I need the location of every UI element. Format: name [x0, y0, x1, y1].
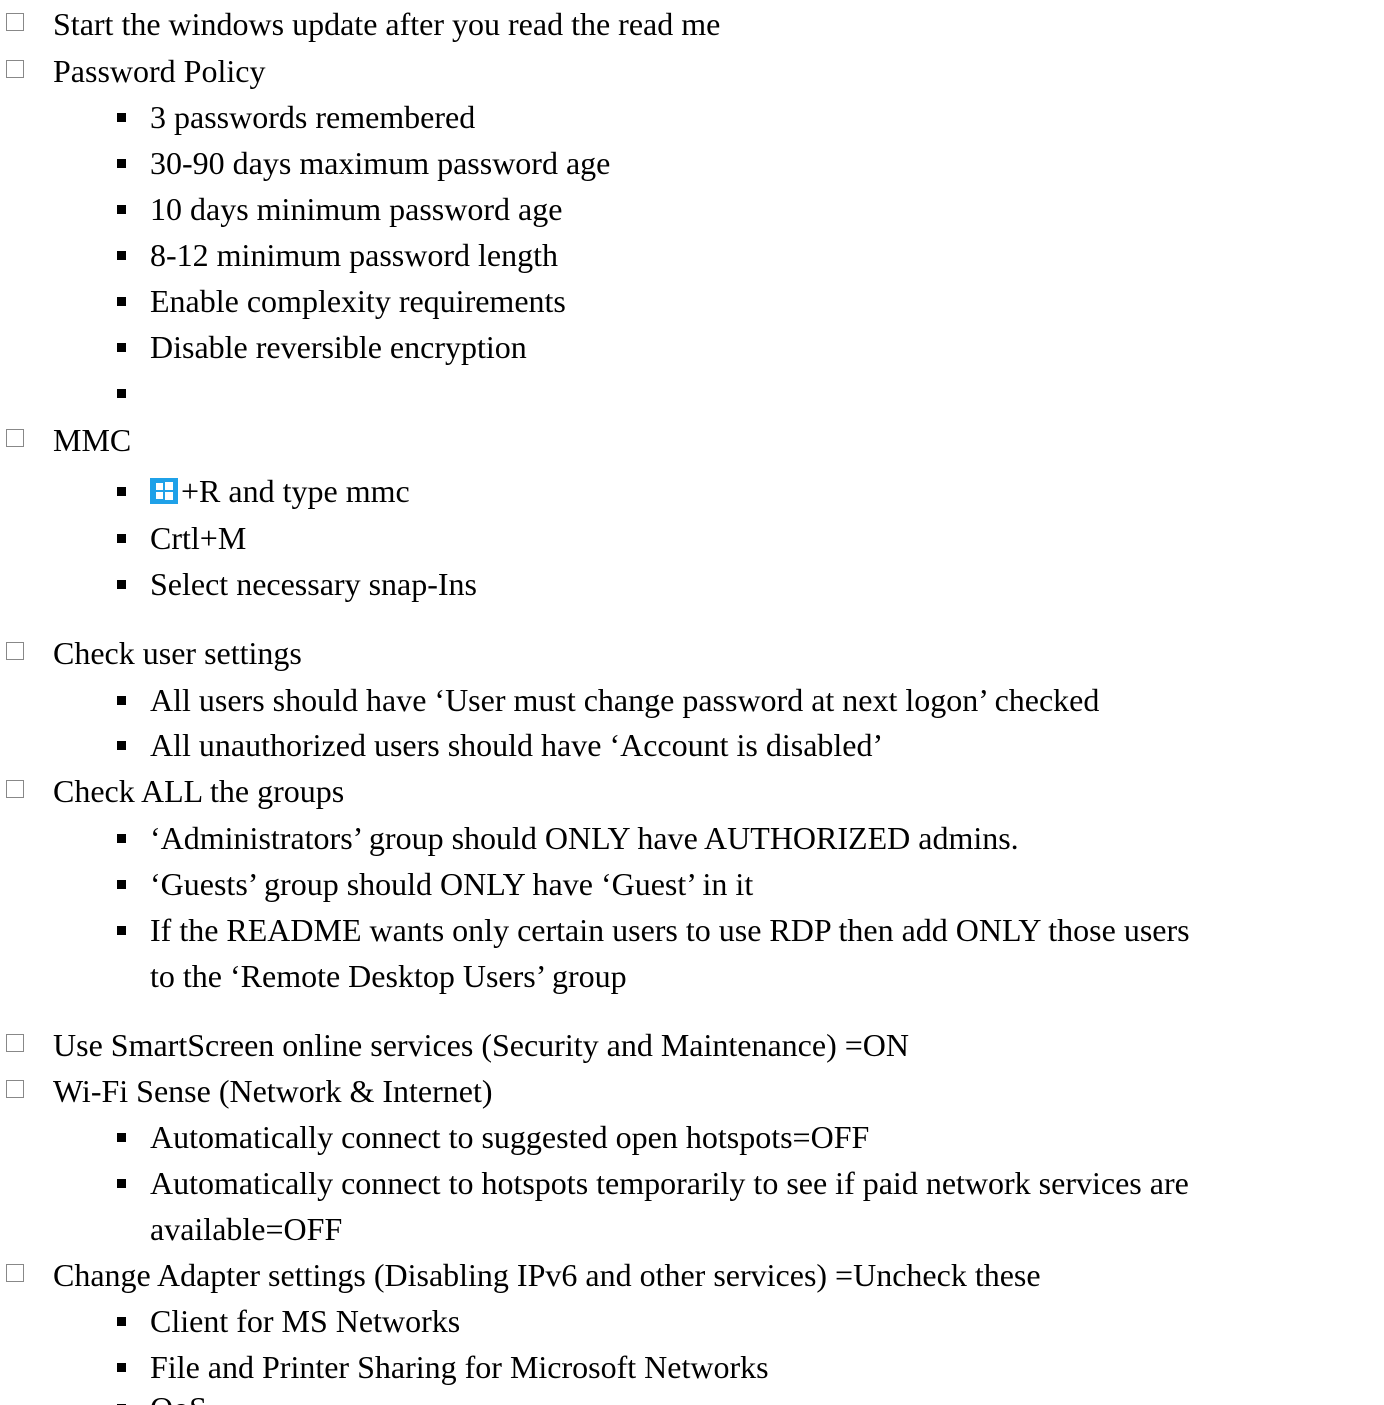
square-bullet-icon [117, 343, 126, 352]
checkbox[interactable] [6, 60, 24, 78]
list-item-text: Disable reversible encryption [150, 329, 527, 365]
checkbox[interactable] [6, 13, 24, 31]
checkbox[interactable] [6, 1264, 24, 1282]
square-bullet-icon [117, 1133, 126, 1142]
list-item-text: All unauthorized users should have ‘Acco… [150, 727, 884, 763]
checkbox[interactable] [6, 429, 24, 447]
list-item-text: Crtl+M [150, 520, 247, 556]
windows-logo-icon [150, 478, 178, 504]
checkbox[interactable] [6, 1034, 24, 1052]
square-bullet-icon [117, 741, 126, 750]
square-bullet-icon [117, 487, 126, 496]
checkbox[interactable] [6, 642, 24, 660]
square-bullet-icon [117, 205, 126, 214]
list-item-text: 10 days minimum password age [150, 191, 563, 227]
list-item-text: Select necessary snap-Ins [150, 566, 477, 602]
list-item-text: QoS [150, 1385, 207, 1405]
square-bullet-icon [117, 696, 126, 705]
square-bullet-icon [117, 1317, 126, 1326]
list-item-text: File and Printer Sharing for Microsoft N… [150, 1349, 769, 1385]
square-bullet-icon [117, 834, 126, 843]
list-item-text: All users should have ‘User must change … [150, 682, 1100, 718]
square-bullet-icon [117, 880, 126, 889]
list-item-text: ‘Guests’ group should ONLY have ‘Guest’ … [150, 866, 754, 902]
list-item-text: +R and type mmc [150, 468, 410, 514]
item-label: Use SmartScreen online services (Securit… [53, 1027, 909, 1063]
list-item-text: 3 passwords remembered [150, 99, 476, 135]
item-label: Check ALL the groups [53, 773, 345, 809]
item-label: MMC [53, 422, 132, 458]
square-bullet-icon [117, 534, 126, 543]
square-bullet-icon [117, 159, 126, 168]
list-item-text: If the README wants only certain users t… [150, 912, 1190, 948]
square-bullet-icon [117, 251, 126, 260]
list-item-text: available=OFF [150, 1211, 343, 1247]
checkbox[interactable] [6, 780, 24, 798]
list-item-text: Automatically connect to suggested open … [150, 1119, 870, 1155]
item-label: Password Policy [53, 53, 266, 89]
list-item-text: Client for MS Networks [150, 1303, 461, 1339]
square-bullet-icon [117, 389, 126, 398]
checkbox[interactable] [6, 1080, 24, 1098]
list-item-text: Enable complexity requirements [150, 283, 566, 319]
square-bullet-icon [117, 580, 126, 589]
list-item-text: 30-90 days maximum password age [150, 145, 611, 181]
list-item-text: ‘Administrators’ group should ONLY have … [150, 820, 1019, 856]
list-item-text: Automatically connect to hotspots tempor… [150, 1165, 1189, 1201]
item-label: Start the windows update after you read … [53, 6, 721, 42]
square-bullet-icon [117, 113, 126, 122]
square-bullet-icon [117, 1179, 126, 1188]
list-item-label: +R and type mmc [181, 473, 410, 509]
item-label: Check user settings [53, 635, 302, 671]
square-bullet-icon [117, 297, 126, 306]
item-label: Change Adapter settings (Disabling IPv6 … [53, 1257, 1041, 1293]
square-bullet-icon [117, 926, 126, 935]
square-bullet-icon [117, 1363, 126, 1372]
item-label: Wi-Fi Sense (Network & Internet) [53, 1073, 493, 1109]
list-item-text: to the ‘Remote Desktop Users’ group [150, 958, 627, 994]
list-item-text: 8-12 minimum password length [150, 237, 558, 273]
